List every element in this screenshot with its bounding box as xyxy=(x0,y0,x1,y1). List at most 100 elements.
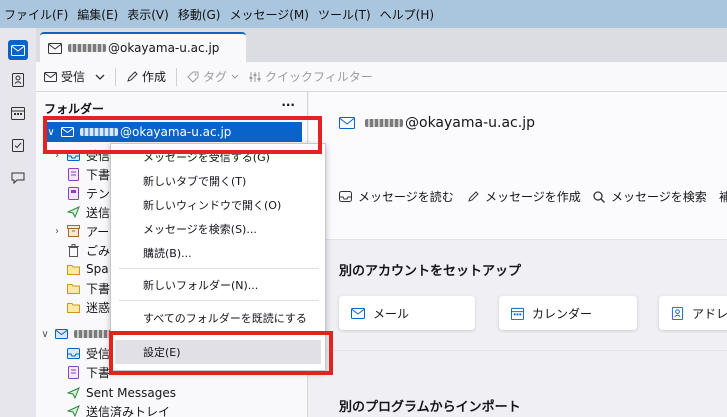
menu-item-get-messages[interactable]: メッセージを受信する(G) xyxy=(143,149,270,165)
menu-item-open-new-window[interactable]: 新しいウィンドウで開く(O) xyxy=(143,197,281,213)
folder-row[interactable]: 下書 xyxy=(64,164,110,184)
folder-row[interactable]: 受信 xyxy=(64,343,110,363)
redacted-username xyxy=(80,128,118,136)
spaces-toolbar xyxy=(0,28,36,417)
calendar-icon[interactable] xyxy=(8,103,28,123)
envelope-icon xyxy=(52,329,70,339)
folder-label: 送信済みトレイ xyxy=(86,404,171,417)
chevron-right-icon[interactable]: › xyxy=(50,226,64,237)
write-message-label: メッセージを作成 xyxy=(485,190,581,204)
setup-mail-card[interactable]: メール xyxy=(339,296,475,330)
read-mail-icon xyxy=(339,191,352,202)
chevron-down-icon xyxy=(95,74,105,80)
tab-title: @okayama-u.ac.jp xyxy=(108,41,220,55)
read-messages-button[interactable]: メッセージを読む xyxy=(339,188,454,205)
section-divider xyxy=(309,350,727,351)
filter-sliders-icon xyxy=(249,71,261,83)
menu-item-mark-all-read[interactable]: すべてのフォルダーを既読にする xyxy=(143,310,307,326)
sent-icon xyxy=(64,387,82,399)
trash-icon xyxy=(64,243,82,257)
folder-label: アー xyxy=(86,224,110,239)
filters-button[interactable]: 補 xyxy=(719,188,727,205)
pencil-icon xyxy=(126,70,138,83)
quick-filter-label: クイックフィルター xyxy=(265,70,373,84)
folder-label: Sent Messages xyxy=(86,386,176,400)
menu-item-new-folder[interactable]: 新しいフォルダー(N)... xyxy=(143,277,258,293)
setup-address-book-label: アドレ xyxy=(692,306,727,321)
menu-item-subscribe[interactable]: 購読(B)... xyxy=(143,245,192,261)
tag-button[interactable]: タグ xyxy=(187,68,239,85)
compose-button[interactable]: 作成 xyxy=(126,68,166,85)
menu-item-settings[interactable]: 設定(E) xyxy=(143,344,181,360)
envelope-icon xyxy=(339,117,355,129)
setup-calendar-card[interactable]: カレンダー xyxy=(499,296,637,330)
draft-icon xyxy=(64,167,82,181)
tab-strip: @okayama-u.ac.jp xyxy=(36,28,727,62)
account-header-title: @okayama-u.ac.jp xyxy=(405,115,535,131)
get-messages-label: 受信 xyxy=(61,70,86,84)
folder-row[interactable]: 下書 xyxy=(64,278,110,298)
toolbar-separator xyxy=(176,67,178,86)
redacted-username xyxy=(68,44,106,52)
folder-context-menu: メッセージを受信する(G) 新しいタブで開く(T) 新しいウィンドウで開く(O)… xyxy=(110,143,326,371)
menu-tools[interactable]: ツール(T) xyxy=(318,6,371,23)
menu-item-open-new-tab[interactable]: 新しいタブで開く(T) xyxy=(143,173,246,189)
menu-bar: ファイル(F) 編集(E) 表示(V) 移動(G) メッセージ(M) ツール(T… xyxy=(0,0,727,28)
folder-row[interactable]: テン xyxy=(64,183,110,203)
search-messages-button[interactable]: メッセージを検索 xyxy=(593,188,707,205)
account-central: @okayama-u.ac.jp メッセージを読む メッセージを作成 メッセージ… xyxy=(309,92,727,417)
menu-separator xyxy=(119,268,319,269)
quick-filter-button[interactable]: クイックフィルター xyxy=(249,68,373,85)
get-messages-button[interactable]: 受信 xyxy=(44,68,85,85)
folder-row[interactable]: › アー xyxy=(50,221,109,241)
folder-row[interactable]: Sent Messages xyxy=(64,383,176,403)
archive-icon xyxy=(64,225,82,237)
menu-view[interactable]: 表示(V) xyxy=(127,6,169,23)
envelope-icon xyxy=(58,127,76,137)
menu-go[interactable]: 移動(G) xyxy=(178,6,221,23)
calendar-icon xyxy=(511,307,524,320)
menu-separator xyxy=(119,300,319,301)
folder-label: ごみ xyxy=(86,243,111,258)
get-messages-dropdown[interactable] xyxy=(95,74,105,80)
menu-item-search-messages[interactable]: メッセージを検索(S)... xyxy=(143,221,257,237)
folder-row[interactable]: 下書 xyxy=(64,362,110,382)
template-icon xyxy=(64,186,82,200)
setup-address-book-card[interactable]: アドレ xyxy=(659,296,727,330)
inbox-icon xyxy=(64,149,82,161)
tag-icon xyxy=(187,71,199,83)
redacted-username xyxy=(365,119,403,127)
folder-row[interactable]: 送信済みトレイ xyxy=(64,401,170,417)
folder-pane-title: フォルダー xyxy=(44,102,105,116)
folder-icon xyxy=(64,264,82,275)
tab-account[interactable]: @okayama-u.ac.jp xyxy=(40,32,246,62)
menu-file[interactable]: ファイル(F) xyxy=(4,6,68,23)
folder-pane-more-button[interactable]: ··· xyxy=(281,98,295,112)
folder-account-row[interactable]: ∨ @okayama-u.ac.jp xyxy=(44,122,302,142)
account-actions: メッセージを読む メッセージを作成 メッセージを検索 補 xyxy=(309,154,727,240)
folder-icon xyxy=(64,283,82,294)
menu-help[interactable]: ヘルプ(H) xyxy=(380,6,434,23)
chevron-down-icon[interactable]: ∨ xyxy=(44,127,58,138)
toolbar-separator xyxy=(115,67,117,86)
folder-row[interactable]: › 受信 xyxy=(50,145,110,165)
menu-message[interactable]: メッセージ(M) xyxy=(229,6,308,23)
folder-row[interactable]: 送信 xyxy=(64,202,110,222)
chevron-right-icon[interactable]: › xyxy=(50,150,64,161)
menu-edit[interactable]: 編集(E) xyxy=(77,6,118,23)
chat-icon[interactable] xyxy=(8,168,28,188)
address-book-icon[interactable] xyxy=(8,70,28,90)
read-messages-label: メッセージを読む xyxy=(358,190,454,204)
chevron-down-icon[interactable]: ∨ xyxy=(38,329,52,340)
folder-row[interactable]: ごみ xyxy=(64,240,110,260)
mail-space-icon[interactable] xyxy=(8,40,28,60)
folder-row[interactable]: Spa xyxy=(64,259,109,279)
folder-account2-row[interactable]: ∨ xyxy=(38,324,114,344)
envelope-icon xyxy=(48,42,62,54)
setup-section-title: 別のアカウントをセットアップ xyxy=(339,264,522,279)
folder-account-label: @okayama-u.ac.jp xyxy=(120,125,232,139)
folder-row[interactable]: 迷惑 xyxy=(64,297,110,317)
write-message-button[interactable]: メッセージを作成 xyxy=(467,188,581,205)
filters-label: 補 xyxy=(719,190,727,204)
tasks-icon[interactable] xyxy=(8,135,28,155)
